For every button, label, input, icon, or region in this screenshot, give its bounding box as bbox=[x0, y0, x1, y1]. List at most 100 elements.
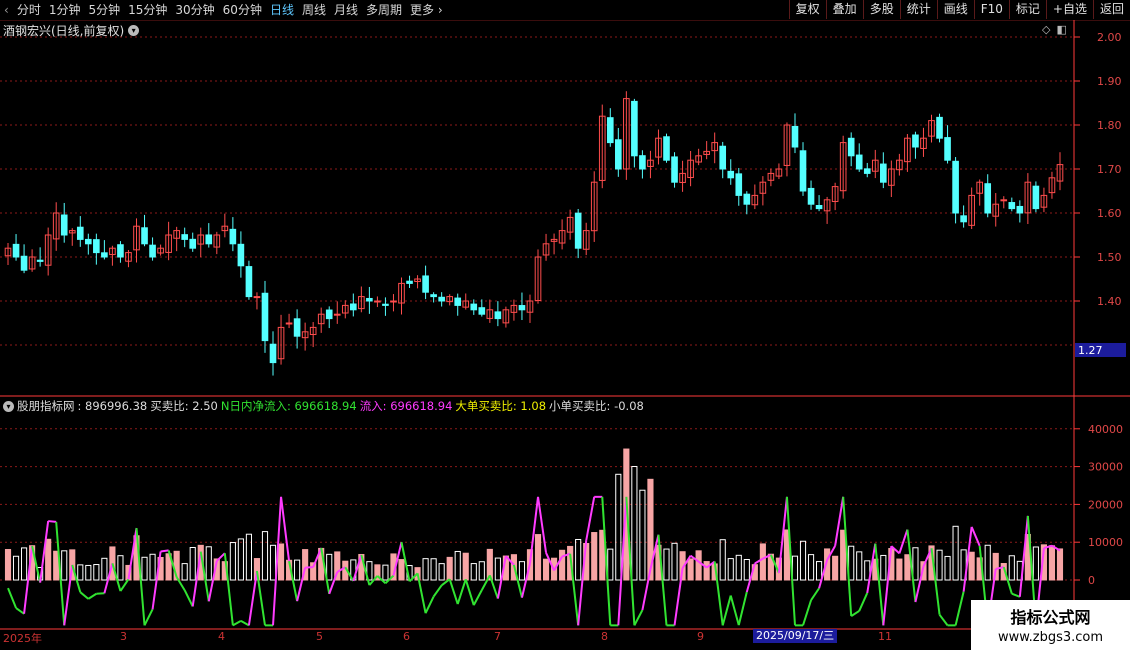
net-inflow-line bbox=[175, 576, 186, 591]
net-inflow-line bbox=[930, 548, 941, 615]
volume-bar bbox=[189, 546, 196, 581]
price-tick-label: 1.50 bbox=[1097, 251, 1122, 264]
candle-body bbox=[1016, 205, 1024, 214]
volume-bar bbox=[4, 549, 12, 581]
volume-bar bbox=[743, 558, 750, 581]
net-inflow-line bbox=[520, 563, 531, 598]
candle-body bbox=[663, 136, 670, 161]
net-inflow-line bbox=[48, 520, 57, 523]
candle-body bbox=[285, 322, 293, 325]
net-inflow-line bbox=[641, 569, 652, 611]
volume-bar bbox=[181, 563, 188, 581]
net-inflow-line bbox=[15, 607, 25, 615]
candle-body bbox=[141, 227, 148, 245]
indicator-item-3: 流入: 696618.94 bbox=[359, 399, 453, 413]
candle-body bbox=[382, 303, 389, 306]
date-axis: 2025年 3 4 5 6 7 8 9 11 bbox=[0, 629, 1074, 645]
price-tick-label: 2.00 bbox=[1097, 31, 1122, 44]
candle-body bbox=[430, 294, 437, 298]
date-month-label: 9 bbox=[697, 630, 704, 643]
volume-bar bbox=[382, 564, 389, 581]
volume-bar bbox=[454, 550, 461, 581]
volume-bar bbox=[807, 554, 815, 581]
volume-bar bbox=[832, 555, 839, 581]
net-inflow-line bbox=[79, 591, 89, 600]
net-inflow-line bbox=[160, 549, 169, 553]
candle-body bbox=[1008, 202, 1016, 210]
indicator-item-1: 买卖比: 2.50 bbox=[150, 399, 218, 413]
net-inflow-line bbox=[296, 567, 307, 602]
net-inflow-line bbox=[569, 553, 580, 626]
volume-bar bbox=[968, 551, 975, 581]
indicator-name: 股朋指标网 bbox=[17, 399, 75, 413]
net-inflow-line bbox=[464, 579, 475, 606]
volume-bar bbox=[663, 548, 670, 581]
volume-bar bbox=[984, 544, 991, 581]
volume-bar bbox=[21, 547, 28, 581]
volume-bar bbox=[1032, 546, 1039, 581]
volume-bar bbox=[45, 538, 52, 581]
volume-bar bbox=[759, 543, 766, 581]
volume-bar bbox=[591, 532, 598, 581]
chevron-down-icon[interactable]: ▾ bbox=[3, 400, 14, 412]
cursor-price-label: 1.27 bbox=[1078, 344, 1103, 357]
volume-bar bbox=[1048, 545, 1056, 581]
candle-body bbox=[606, 117, 614, 144]
candle-body bbox=[245, 266, 253, 298]
net-inflow-line bbox=[119, 578, 130, 592]
candle-body bbox=[815, 204, 823, 210]
volume-bar bbox=[438, 563, 445, 581]
candle-body bbox=[631, 100, 638, 157]
net-inflow-line bbox=[858, 592, 869, 612]
volume-bar bbox=[534, 534, 542, 581]
net-inflow-line bbox=[63, 564, 74, 626]
candle-body bbox=[944, 137, 951, 161]
net-inflow-line bbox=[96, 592, 105, 595]
volume-bar bbox=[735, 554, 742, 581]
date-month-label: 8 bbox=[601, 630, 608, 643]
volume-bar bbox=[93, 564, 100, 581]
candle-body bbox=[76, 226, 84, 240]
volume-bar bbox=[101, 557, 108, 581]
volume-bar bbox=[856, 551, 863, 581]
volume-bar bbox=[494, 557, 501, 581]
candle-body bbox=[422, 275, 429, 293]
price-chart[interactable]: 2.00 1.90 1.80 1.70 1.60 1.50 1.40 1.27 40000 300… bbox=[0, 0, 1130, 650]
candle-body bbox=[719, 145, 727, 170]
volume-bar bbox=[277, 543, 285, 581]
volume-bar bbox=[880, 554, 887, 581]
volume-bar bbox=[719, 539, 726, 581]
indicator-item-4: 大单买卖比: 1.08 bbox=[455, 399, 547, 413]
candle-body bbox=[438, 296, 445, 302]
net-inflow-line bbox=[713, 561, 724, 626]
net-inflow-line bbox=[456, 579, 467, 605]
volume-bar bbox=[237, 538, 244, 581]
vol-tick-label: 30000 bbox=[1088, 461, 1123, 474]
price-tick-label: 1.90 bbox=[1097, 75, 1122, 88]
volume-bar bbox=[936, 549, 943, 581]
date-month-label: 3 bbox=[120, 630, 127, 643]
net-inflow-line bbox=[721, 595, 732, 626]
volume-bar bbox=[607, 548, 614, 581]
candle-body bbox=[85, 238, 92, 245]
candle-body bbox=[60, 214, 68, 236]
volume-bar bbox=[422, 558, 429, 581]
volume-bar bbox=[912, 547, 919, 581]
volume-bar bbox=[85, 564, 92, 581]
candle-body bbox=[269, 343, 277, 364]
candle-body bbox=[518, 305, 526, 311]
volume-bar bbox=[261, 531, 269, 581]
volume-bar bbox=[245, 533, 252, 581]
net-inflow-line bbox=[810, 587, 820, 601]
candle-body bbox=[855, 154, 863, 170]
candle-body bbox=[478, 307, 486, 315]
volume-bar bbox=[229, 542, 236, 581]
net-inflow-line bbox=[577, 540, 588, 626]
candle-body bbox=[936, 116, 943, 139]
volume-bar bbox=[695, 550, 702, 581]
volume-bar bbox=[269, 544, 277, 581]
candle-body bbox=[253, 296, 261, 299]
candle-body bbox=[494, 311, 502, 320]
net-inflow-line bbox=[240, 619, 250, 627]
vol-tick-label: 10000 bbox=[1088, 536, 1123, 549]
